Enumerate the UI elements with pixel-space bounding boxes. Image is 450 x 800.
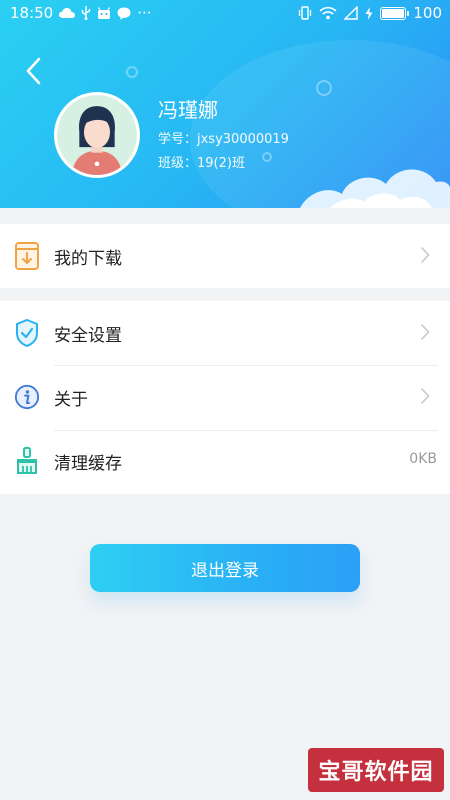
student-id: 学号：jxsy30000019: [158, 132, 289, 147]
menu-item-about[interactable]: 关于: [0, 365, 450, 429]
bubble-decoration: [316, 80, 332, 96]
status-time: 18:50: [10, 4, 54, 22]
menu-item-clear-cache[interactable]: 清理缓存 0KB: [0, 429, 450, 493]
signal-icon: [344, 6, 359, 20]
girl-avatar-icon: [57, 95, 137, 175]
battery-fill: [382, 8, 405, 18]
logout-button[interactable]: 退出登录: [90, 544, 360, 592]
shield-check-icon: [14, 318, 40, 348]
avatar[interactable]: [54, 92, 140, 178]
cloud-decoration: [300, 169, 450, 208]
wifi-icon: [319, 6, 337, 20]
menu-label: 安全设置: [54, 325, 122, 346]
menu-label: 清理缓存: [54, 453, 122, 474]
android-icon: [97, 7, 111, 19]
menu-label: 关于: [54, 389, 88, 410]
vibrate-icon: [298, 6, 312, 20]
battery-icon: [380, 6, 410, 20]
settings-card: 安全设置 关于 清理缓存 0KB: [0, 301, 450, 494]
downloads-card: 我的下载: [0, 224, 450, 288]
info-icon: [14, 382, 40, 412]
battery-level: 100: [413, 4, 442, 22]
bubble-decoration: [262, 152, 272, 162]
more-dots: ···: [137, 4, 152, 22]
watermark-text: 宝哥软件园: [318, 760, 434, 785]
back-button[interactable]: [18, 54, 48, 88]
cache-size: 0KB: [409, 451, 437, 467]
class-info: 班级：19(2)班: [158, 156, 245, 171]
profile-header: 18:50 ··· 100 冯瑾娜 学号：jxsy30000019 班级：19(…: [0, 0, 450, 208]
watermark-logo: 宝哥软件园: [308, 748, 444, 792]
bubble-decoration: [126, 66, 138, 78]
menu-item-downloads[interactable]: 我的下载: [0, 224, 450, 288]
cloud-icon: [59, 7, 76, 19]
download-book-icon: [14, 241, 40, 271]
status-bar: 18:50 ··· 100: [0, 0, 450, 26]
charging-icon: [365, 6, 373, 20]
message-icon: [117, 7, 131, 20]
chevron-right-icon: [420, 246, 430, 264]
menu-item-security[interactable]: 安全设置: [0, 301, 450, 365]
chevron-right-icon: [420, 323, 430, 341]
menu-label: 我的下载: [54, 248, 122, 269]
broom-icon: [14, 446, 40, 476]
chevron-right-icon: [420, 387, 430, 405]
usb-icon: [81, 6, 91, 20]
user-name: 冯瑾娜: [158, 98, 218, 122]
chevron-left-icon: [26, 57, 41, 85]
